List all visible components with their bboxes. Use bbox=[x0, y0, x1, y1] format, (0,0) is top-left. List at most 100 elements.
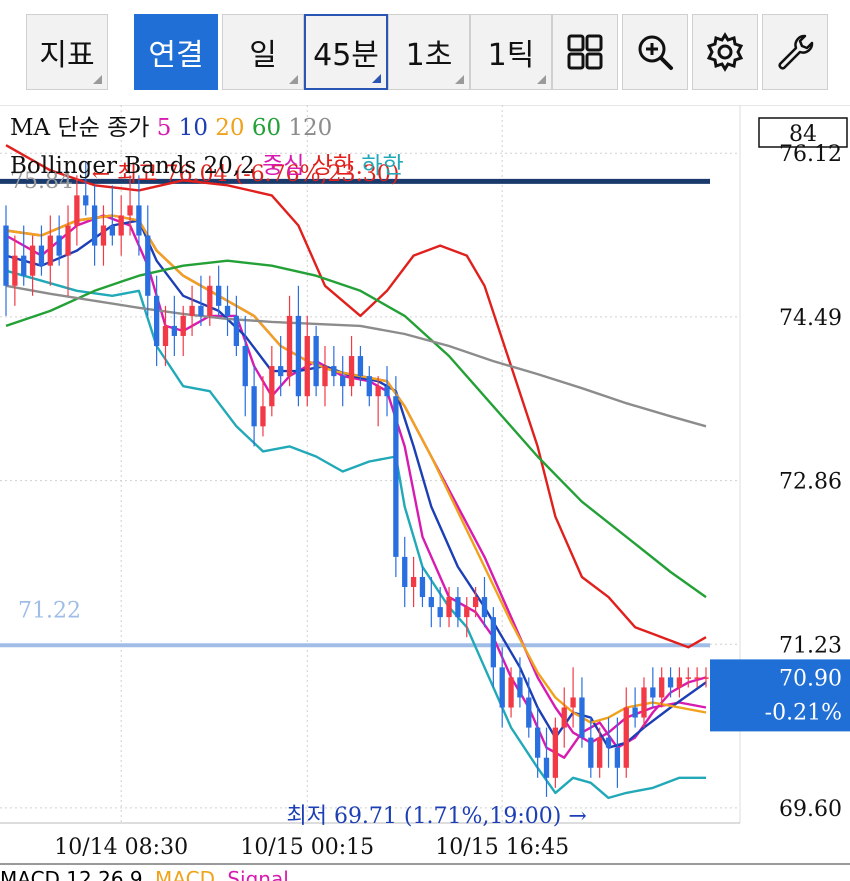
candle-body bbox=[526, 697, 532, 728]
candle-body bbox=[446, 597, 452, 618]
candle-body bbox=[366, 376, 372, 397]
candle-body bbox=[198, 305, 204, 316]
candle-body bbox=[260, 406, 266, 427]
candle-body bbox=[499, 667, 505, 708]
candle-body bbox=[83, 195, 89, 206]
candle-body bbox=[481, 597, 488, 618]
candle-body bbox=[322, 366, 328, 387]
macd-item-macd: MACD bbox=[155, 867, 215, 881]
settings-button[interactable] bbox=[692, 14, 758, 90]
ma-period: 60 bbox=[245, 115, 282, 141]
menu-corner-icon bbox=[537, 75, 546, 84]
candle-body bbox=[534, 727, 541, 758]
candle-body bbox=[100, 225, 107, 246]
candle-body bbox=[676, 677, 683, 688]
period-second-button[interactable]: 1초 bbox=[388, 14, 470, 90]
candle-body bbox=[348, 356, 355, 387]
candle-body bbox=[437, 607, 443, 618]
candle-body bbox=[65, 225, 71, 256]
candle-body bbox=[543, 757, 550, 778]
connect-button[interactable]: 연결 bbox=[134, 14, 218, 90]
connect-button-label: 연결 bbox=[148, 38, 204, 73]
ma-period: 5 bbox=[157, 115, 172, 141]
toolbar: 지표 연결 일 45분 1초 1틱 bbox=[0, 0, 850, 105]
candle-body bbox=[207, 285, 213, 316]
candle-body bbox=[623, 707, 629, 768]
x-tick-label: 10/15 00:15 bbox=[240, 835, 374, 860]
candle-body bbox=[490, 617, 496, 668]
candle-body bbox=[304, 335, 310, 397]
candle-body bbox=[340, 376, 346, 387]
layout-grid-button[interactable] bbox=[552, 14, 618, 90]
candle-body bbox=[180, 315, 186, 336]
low-annotation: 최저 69.71 (1.71%,19:00) → bbox=[286, 804, 586, 829]
candle-body bbox=[127, 205, 133, 216]
candle-body bbox=[224, 305, 231, 316]
candle-body bbox=[295, 315, 302, 397]
candle-body bbox=[242, 346, 248, 387]
candle-body bbox=[579, 697, 585, 738]
bb-band: 하한 bbox=[354, 153, 404, 179]
candle-body bbox=[251, 386, 257, 427]
indicator-button[interactable]: 지표 bbox=[26, 14, 108, 90]
bb-band: 상한 bbox=[304, 153, 354, 179]
candle-body bbox=[136, 205, 142, 236]
candle-body bbox=[153, 295, 160, 347]
period-minute-button[interactable]: 45분 bbox=[304, 14, 388, 90]
grid-icon bbox=[567, 34, 603, 70]
candle-body bbox=[21, 255, 27, 276]
candle-body bbox=[605, 737, 612, 748]
zoom-button[interactable] bbox=[622, 14, 688, 90]
y-tick-label: 71.23 bbox=[779, 633, 842, 658]
ma-period: 20 bbox=[208, 115, 245, 141]
candle-body bbox=[650, 687, 656, 698]
candle-body bbox=[384, 386, 390, 397]
candle-body bbox=[455, 597, 461, 618]
candle-body bbox=[393, 396, 399, 557]
period-day-label: 일 bbox=[249, 38, 277, 73]
candle-body bbox=[38, 245, 45, 266]
menu-corner-icon bbox=[372, 74, 381, 83]
candle-body bbox=[667, 677, 674, 688]
candle-body bbox=[659, 677, 665, 698]
bb-legend-label: Bollinger Bands 20,2 bbox=[10, 153, 262, 179]
candle-body bbox=[162, 325, 169, 347]
ma-period: 10 bbox=[171, 115, 208, 141]
candle-body bbox=[145, 235, 151, 296]
zoom-in-icon bbox=[638, 35, 673, 70]
candle-body bbox=[171, 325, 178, 336]
ma-legend: MA 단순 종가 5 10 20 60 120 bbox=[10, 115, 332, 141]
period-tick-label: 1틱 bbox=[487, 38, 535, 73]
candle-body bbox=[641, 687, 647, 718]
candle-body bbox=[419, 576, 426, 598]
candle-body bbox=[703, 677, 709, 679]
gear-icon bbox=[706, 32, 744, 72]
candle-body bbox=[464, 607, 470, 618]
candle-body bbox=[269, 366, 275, 407]
indicator-line bbox=[5, 144, 707, 649]
menu-corner-icon bbox=[455, 75, 464, 84]
candle-body bbox=[12, 255, 18, 286]
candle-body bbox=[552, 727, 559, 778]
candle-body bbox=[508, 677, 514, 708]
y-tick-label: 74.49 bbox=[779, 306, 842, 331]
period-day-button[interactable]: 일 bbox=[222, 14, 304, 90]
candle-body bbox=[588, 737, 594, 768]
price-chart[interactable]: 71.2275.84 ← 최고 76.04 (-6.76%,23:30)최저 69… bbox=[0, 105, 850, 866]
candle-body bbox=[410, 576, 417, 588]
period-tick-button[interactable]: 1틱 bbox=[470, 14, 552, 90]
candle-body bbox=[472, 597, 479, 608]
candle-body bbox=[428, 597, 434, 608]
candle-body bbox=[91, 205, 98, 246]
candle-body bbox=[614, 747, 621, 768]
tools-button[interactable] bbox=[762, 14, 828, 90]
menu-corner-icon bbox=[289, 75, 298, 84]
candle-body bbox=[3, 225, 9, 286]
reference-line-label: 71.22 bbox=[18, 598, 81, 623]
candle-body bbox=[517, 677, 523, 698]
last-price-change: -0.21% bbox=[765, 700, 842, 725]
candle-body bbox=[597, 737, 603, 768]
candle-body bbox=[375, 386, 381, 397]
candle-body bbox=[632, 707, 638, 718]
candle-body bbox=[561, 707, 567, 728]
